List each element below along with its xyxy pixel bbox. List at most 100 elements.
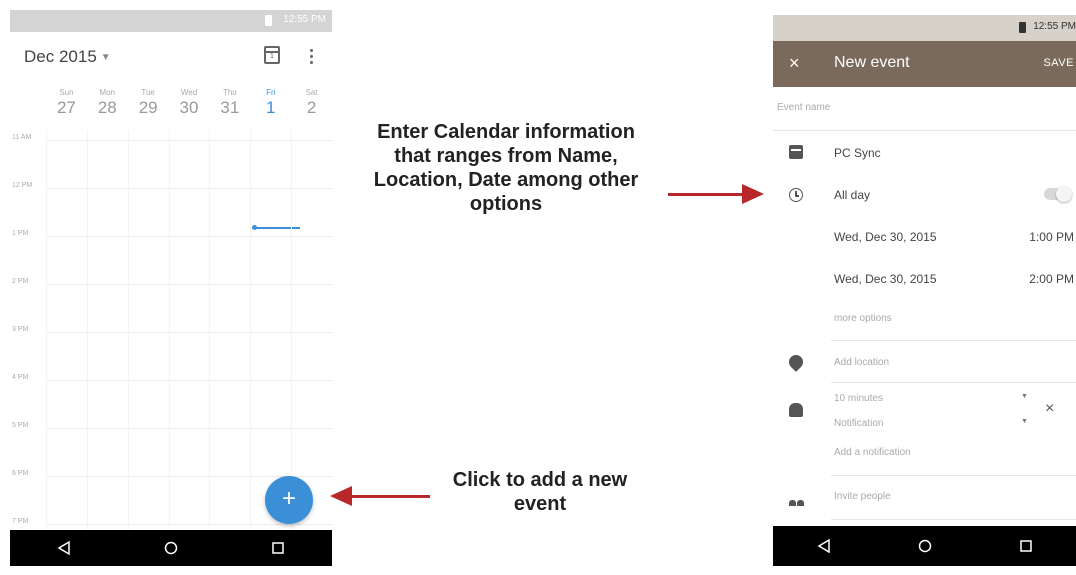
people-icon bbox=[789, 492, 804, 506]
more-options-row[interactable]: more options bbox=[773, 297, 1076, 337]
day-name: Tue bbox=[141, 88, 155, 97]
hour-label: 11 AM bbox=[12, 134, 32, 141]
all-day-row[interactable]: All day bbox=[773, 175, 1076, 215]
day-column-line bbox=[209, 130, 211, 540]
hour-label: 2 PM bbox=[12, 278, 29, 285]
day-column-line bbox=[86, 130, 88, 540]
arrow-left-icon bbox=[330, 486, 430, 506]
bell-icon bbox=[789, 403, 803, 417]
week-day[interactable]: Thu 31 bbox=[209, 88, 250, 130]
day-date: 30 bbox=[179, 98, 199, 117]
home-icon[interactable] bbox=[905, 528, 945, 564]
end-row: Wed, Dec 30, 2015 2:00 PM bbox=[773, 255, 1076, 295]
week-day[interactable]: Fri 1 bbox=[250, 88, 291, 130]
battery-icon bbox=[1019, 22, 1026, 33]
week-day[interactable]: Tue 29 bbox=[128, 88, 169, 130]
hour-label: 7 PM bbox=[12, 518, 29, 525]
week-day[interactable]: Wed 30 bbox=[169, 88, 210, 130]
battery-icon bbox=[265, 15, 272, 26]
divider bbox=[831, 382, 1076, 383]
location-input[interactable]: Add location bbox=[834, 357, 889, 368]
invite-people-row[interactable]: Invite people bbox=[773, 477, 1076, 517]
hour-label: 12 PM bbox=[12, 182, 33, 189]
hour-label: 6 PM bbox=[12, 470, 29, 477]
day-column-line bbox=[127, 130, 129, 540]
hour-line bbox=[46, 188, 332, 189]
arrow-right-icon bbox=[668, 184, 764, 204]
day-date: 31 bbox=[220, 98, 240, 117]
hour-label: 3 PM bbox=[12, 326, 29, 333]
overflow-menu-icon[interactable] bbox=[305, 47, 317, 67]
day-name: Thu bbox=[222, 88, 237, 97]
screen-title: New event bbox=[834, 54, 910, 71]
end-time[interactable]: 2:00 PM bbox=[1029, 272, 1074, 286]
dropdown-arrow-icon[interactable]: ▼ bbox=[1021, 418, 1028, 425]
day-date: 1 bbox=[265, 98, 276, 117]
today-calendar-icon[interactable]: 1 bbox=[264, 46, 280, 64]
notification-time[interactable]: 10 minutes bbox=[834, 393, 883, 404]
calendar-select-row[interactable]: PC Sync bbox=[773, 133, 1076, 173]
dropdown-arrow-icon[interactable]: ▼ bbox=[1021, 393, 1028, 400]
status-bar: 12:55 PM bbox=[773, 15, 1076, 41]
day-name: Sun bbox=[59, 88, 74, 97]
more-options-link[interactable]: more options bbox=[834, 313, 892, 324]
status-time: 12:55 PM bbox=[283, 14, 326, 25]
clock-icon bbox=[789, 188, 803, 202]
hour-row: 12 PM bbox=[10, 182, 332, 236]
day-name: Wed bbox=[180, 88, 198, 97]
hour-row: 11 AM bbox=[10, 134, 332, 188]
add-notification-row[interactable]: Add a notification bbox=[773, 439, 1076, 479]
week-day[interactable]: Mon 28 bbox=[87, 88, 128, 130]
back-icon[interactable] bbox=[804, 528, 844, 564]
hour-label: 5 PM bbox=[12, 422, 29, 429]
hour-row: 3 PM bbox=[10, 326, 332, 380]
callout-add-event: Click to add a new event bbox=[452, 469, 628, 515]
status-bar: 12:55 PM bbox=[10, 10, 332, 32]
calendar-header: Dec 2015 ▼ 1 bbox=[10, 32, 332, 84]
hour-line bbox=[46, 332, 332, 333]
hour-label: 1 PM bbox=[12, 230, 29, 237]
back-icon[interactable] bbox=[44, 530, 84, 566]
hour-line bbox=[46, 284, 332, 285]
hour-line bbox=[46, 140, 332, 141]
invite-people-input[interactable]: Invite people bbox=[834, 491, 891, 502]
week-header: Sun 27 Mon 28 Tue 29 Wed 30 Thu 31 Fri 1 Sat 2 bbox=[46, 88, 332, 130]
save-button[interactable]: SAVE bbox=[1043, 57, 1074, 69]
home-icon[interactable] bbox=[151, 530, 191, 566]
week-day[interactable]: Sat 2 bbox=[291, 88, 332, 130]
end-date[interactable]: Wed, Dec 30, 2015 bbox=[834, 272, 937, 286]
navigation-bar bbox=[10, 530, 332, 566]
event-name-field[interactable]: Event name bbox=[773, 95, 1076, 131]
notification-row: 10 minutes Notification ▼ ▼ × bbox=[773, 385, 1076, 435]
day-column-line bbox=[250, 130, 252, 540]
week-day[interactable]: Sun 27 bbox=[46, 88, 87, 130]
calendar-name: PC Sync bbox=[834, 146, 881, 160]
month-selector[interactable]: Dec 2015 ▼ bbox=[24, 47, 111, 67]
today-icon-number: 1 bbox=[270, 53, 274, 60]
recents-icon[interactable] bbox=[1006, 528, 1046, 564]
recents-icon[interactable] bbox=[258, 530, 298, 566]
all-day-toggle[interactable] bbox=[1044, 186, 1072, 202]
divider bbox=[831, 519, 1076, 520]
day-column-line bbox=[46, 130, 47, 540]
start-time[interactable]: 1:00 PM bbox=[1029, 230, 1074, 244]
remove-notification-icon[interactable]: × bbox=[1045, 400, 1054, 418]
hour-line bbox=[46, 380, 332, 381]
hour-line bbox=[46, 428, 332, 429]
start-date[interactable]: Wed, Dec 30, 2015 bbox=[834, 230, 937, 244]
status-time: 12:55 PM bbox=[1033, 21, 1076, 32]
notification-type[interactable]: Notification bbox=[834, 418, 883, 429]
day-date: 29 bbox=[138, 98, 158, 117]
event-name-placeholder: Event name bbox=[777, 102, 831, 113]
location-pin-icon bbox=[786, 352, 806, 372]
close-icon[interactable]: × bbox=[789, 53, 800, 74]
hour-line bbox=[46, 524, 332, 525]
day-date: 2 bbox=[306, 98, 317, 117]
start-row: Wed, Dec 30, 2015 1:00 PM bbox=[773, 215, 1076, 255]
month-label: Dec 2015 bbox=[24, 47, 97, 66]
add-event-button[interactable]: + bbox=[265, 476, 313, 524]
add-notification-link[interactable]: Add a notification bbox=[834, 447, 911, 458]
location-row[interactable]: Add location bbox=[773, 341, 1076, 381]
hour-row: 5 PM bbox=[10, 422, 332, 476]
new-event-screen: 12:55 PM × New event SAVE Event name PC … bbox=[773, 15, 1076, 566]
